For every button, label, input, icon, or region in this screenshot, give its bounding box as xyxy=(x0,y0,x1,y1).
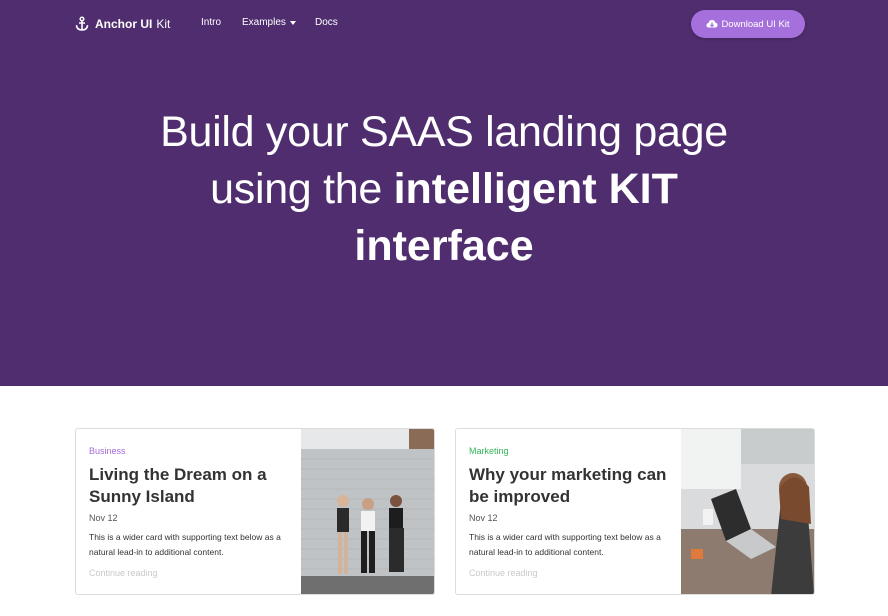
caret-down-icon xyxy=(289,21,296,25)
brand-suffix: Kit xyxy=(156,17,171,31)
card-date: Nov 12 xyxy=(469,513,498,523)
brand-name: Anchor UI xyxy=(95,17,153,31)
headline-line-3-strong: interface xyxy=(354,222,534,270)
card-title: Why your marketing can be improved xyxy=(469,465,667,506)
nav-link-examples-label: Examples xyxy=(242,17,286,28)
download-button[interactable]: Download UI Kit xyxy=(691,10,805,38)
card-title: Living the Dream on a Sunny Island xyxy=(89,465,267,506)
card-image-friends xyxy=(301,429,434,594)
brand-logo-link[interactable]: Anchor UI Kit xyxy=(74,14,170,34)
card-category: Marketing xyxy=(469,446,509,456)
card-category: Business xyxy=(89,446,126,456)
anchor-icon xyxy=(75,16,89,31)
card-text: This is a wider card with supporting tex… xyxy=(89,532,281,557)
nav-dropdown-examples[interactable]: Examples xyxy=(242,17,296,28)
hero-section: Anchor UI Kit Intro Examples Docs Downlo… xyxy=(0,0,888,386)
card-text: This is a wider card with supporting tex… xyxy=(469,532,661,557)
hero-headline: Build your SAAS landing page using the i… xyxy=(0,104,888,275)
headline-line-1: Build your SAAS landing page xyxy=(160,108,728,156)
nav-link-intro[interactable]: Intro xyxy=(201,17,221,28)
article-card-marketing: Marketing Why your marketing can be impr… xyxy=(455,428,815,595)
headline-line-2-strong: intelligent KIT xyxy=(393,165,678,213)
navbar: Anchor UI Kit Intro Examples Docs Downlo… xyxy=(0,0,888,48)
continue-reading-link[interactable]: Continue reading xyxy=(89,568,158,578)
continue-reading-link[interactable]: Continue reading xyxy=(469,568,538,578)
cloud-download-icon xyxy=(706,20,718,28)
card-image-laptop xyxy=(681,429,814,594)
nav-link-docs[interactable]: Docs xyxy=(315,17,338,28)
download-button-label: Download UI Kit xyxy=(721,18,790,30)
headline-line-2-light: using the xyxy=(210,165,394,213)
card-date: Nov 12 xyxy=(89,513,118,523)
article-card-business: Business Living the Dream on a Sunny Isl… xyxy=(75,428,435,595)
